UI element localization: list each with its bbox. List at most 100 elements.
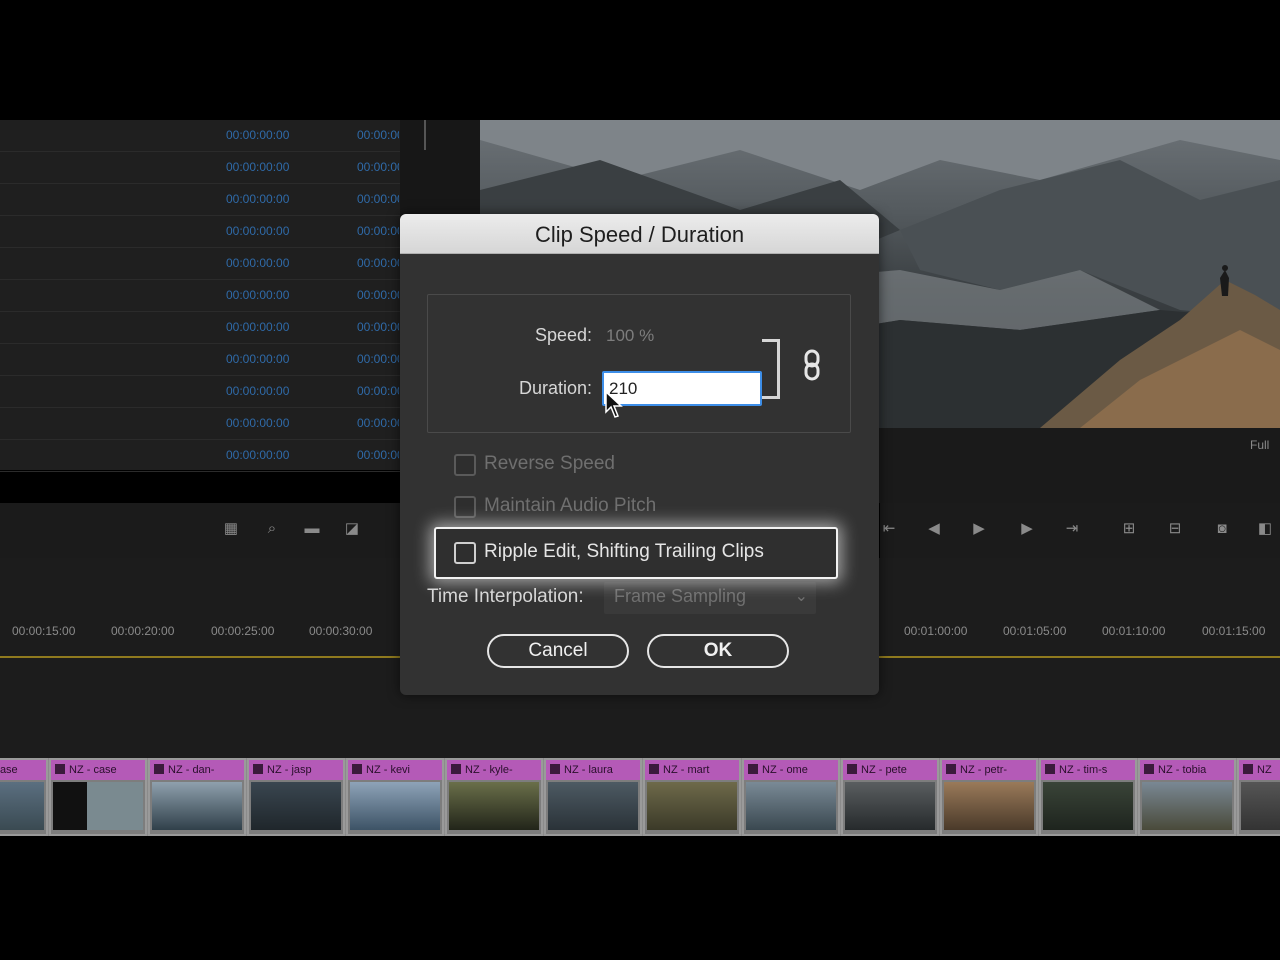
mouse-cursor-icon [605,390,623,418]
reverse-speed-checkbox[interactable] [454,454,476,476]
timeline-clip[interactable]: NZ - pete [841,758,939,836]
list-view-icon[interactable]: ▦ [222,520,240,538]
clip-thumbnail [1043,782,1133,830]
timeline-clip[interactable]: NZ - mart [643,758,741,836]
ruler-tick-label: 00:01:10:00 [1102,624,1166,638]
list-item[interactable]: 00:00:00:00 00:00:00:00 [0,280,400,312]
timeline-clip[interactable]: NZ - petr- [940,758,1038,836]
search-icon[interactable]: ⌕ [263,520,281,538]
list-item[interactable]: 00:00:00:00 00:00:00:00 [0,408,400,440]
clip-thumbnail [152,782,242,830]
zoom-level[interactable]: Full [1250,438,1269,452]
list-item[interactable]: 00:00:00:00 00:00:00:00 [0,184,400,216]
fx-badge-icon [253,764,263,774]
clip-thumbnail [845,782,935,830]
time-interpolation-select[interactable]: Frame Sampling ⌄ [604,582,816,614]
clip-name: NZ - dan- [150,760,244,780]
fx-badge-icon [352,764,362,774]
clip-name: NZ - pete [843,760,937,780]
panel-resize-handle[interactable] [424,120,426,150]
fx-badge-icon [154,764,164,774]
ruler-tick-label: 00:00:30:00 [309,624,373,638]
list-item[interactable]: 00:00:00:00 00:00:00:00 [0,440,400,472]
timeline-clip[interactable]: NZ - kyle- [445,758,543,836]
timeline-clip[interactable]: NZ - laura [544,758,642,836]
extract-icon[interactable]: ⊟ [1166,520,1184,538]
time-interpolation-value: Frame Sampling [614,586,747,606]
media-end-timecode: 00:00:00:00 [357,448,399,462]
list-item[interactable]: 00:00:00:00 00:00:00:00 [0,152,400,184]
ripple-edit-checkbox[interactable] [454,542,476,564]
clip-speed-duration-dialog: Clip Speed / Duration Speed: 100 % Durat… [400,214,879,695]
step-forward-icon[interactable]: ▶ [1018,520,1036,538]
timeline-clip[interactable]: NZ - kevi [346,758,444,836]
clip-thumbnail [1142,782,1232,830]
media-start-timecode: 00:00:00:00 [226,384,290,398]
media-end-timecode: 00:00:00:00 [357,256,399,270]
new-item-icon[interactable]: ◪ [343,520,361,538]
fx-badge-icon [1045,764,1055,774]
list-item[interactable]: 00:00:00:00 00:00:00:00 [0,376,400,408]
media-start-timecode: 00:00:00:00 [226,416,290,430]
media-start-timecode: 00:00:00:00 [226,256,290,270]
timeline-clip[interactable]: NZ - tobia [1138,758,1236,836]
media-end-timecode: 00:00:00:00 [357,160,399,174]
fx-badge-icon [1243,764,1253,774]
play-icon[interactable]: ▶ [970,520,988,538]
duration-label: Duration: [518,378,592,398]
go-to-in-icon[interactable]: ⇤ [880,520,898,538]
reverse-speed-label: Reverse Speed [484,453,615,474]
chain-link-icon[interactable] [801,348,823,382]
timeline-clip[interactable]: NZ - jasp [247,758,345,836]
list-item[interactable]: 00:00:00:00 00:00:00:00 [0,216,400,248]
media-end-timecode: 00:00:00:00 [357,192,399,206]
media-end-timecode: 00:00:00:00 [357,352,399,366]
timeline-clip[interactable]: NZ [1237,758,1280,836]
compare-view-icon[interactable]: ◧ [1256,520,1274,538]
fx-badge-icon [847,764,857,774]
list-item[interactable]: 00:00:00:00 00:00:00:00 [0,248,400,280]
clip-thumbnail [1241,782,1280,830]
timeline-clip[interactable]: NZ - case [49,758,147,836]
media-end-timecode: 00:00:00:00 [357,224,399,238]
clip-name: NZ - ome [744,760,838,780]
list-item[interactable]: 00:00:00:00 00:00:00:00 [0,312,400,344]
clip-thumbnail [944,782,1034,830]
clip-thumbnail [449,782,539,830]
go-to-out-icon[interactable]: ⇥ [1063,520,1081,538]
timeline-clip[interactable]: NZ - tim-s [1039,758,1137,836]
duration-input[interactable]: 210 [602,371,762,406]
media-end-timecode: 00:00:00:00 [357,128,399,142]
step-back-icon[interactable]: ◀ [925,520,943,538]
timeline-clip[interactable]: NZ - case [0,758,48,836]
ripple-edit-label: Ripple Edit, Shifting Trailing Clips [484,541,764,562]
timeline-clip[interactable]: NZ - ome [742,758,840,836]
clip-name: NZ - tim-s [1041,760,1135,780]
media-start-timecode: 00:00:00:00 [226,192,290,206]
cancel-button[interactable]: Cancel [487,634,629,668]
media-start-timecode: 00:00:00:00 [226,448,290,462]
ruler-tick-label: 00:00:20:00 [111,624,175,638]
speed-duration-link-bracket [762,339,780,399]
fx-badge-icon [55,764,65,774]
clip-name: NZ - kyle- [447,760,541,780]
ruler-tick-label: 00:00:15:00 [12,624,76,638]
premiere-workspace: 00:00:00:00 00:00:00:00 00:00:00:00 00:00:0… [0,0,1280,960]
speed-value[interactable]: 100 % [606,326,654,346]
media-start-timecode: 00:00:00:00 [226,320,290,334]
clip-thumbnail [53,782,143,830]
timeline-clip[interactable]: NZ - dan- [148,758,246,836]
ruler-tick-label: 00:01:05:00 [1003,624,1067,638]
lift-icon[interactable]: ⊞ [1120,520,1138,538]
maintain-audio-pitch-checkbox[interactable] [454,496,476,518]
ok-button[interactable]: OK [647,634,789,668]
export-frame-icon[interactable]: ◙ [1213,520,1231,538]
fx-badge-icon [649,764,659,774]
list-item[interactable]: 00:00:00:00 00:00:00:00 [0,344,400,376]
folder-icon[interactable]: ▬ [303,520,321,538]
list-item[interactable]: 00:00:00:00 00:00:00:00 [0,120,400,152]
fx-badge-icon [748,764,758,774]
clip-name: NZ - mart [645,760,739,780]
media-start-timecode: 00:00:00:00 [226,128,290,142]
dialog-titlebar[interactable]: Clip Speed / Duration [400,214,879,254]
